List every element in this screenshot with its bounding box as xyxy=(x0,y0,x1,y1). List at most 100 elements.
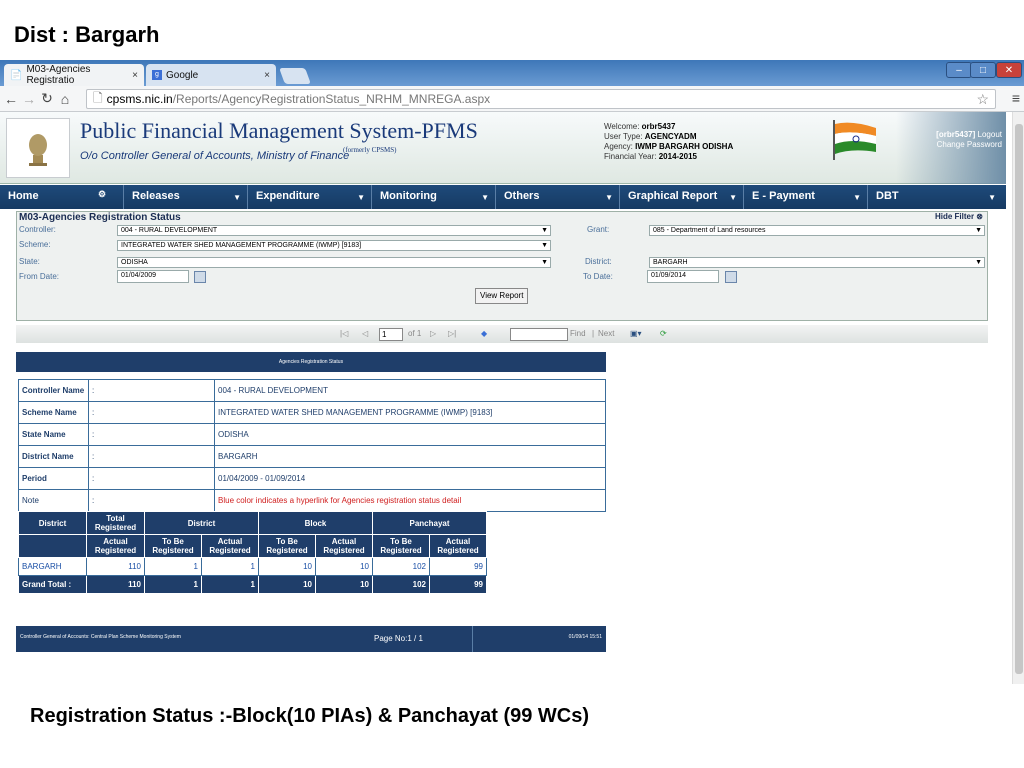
menu-monitoring[interactable]: Monitoring ▼ xyxy=(372,185,496,209)
panchayat-tobe-value[interactable]: 102 xyxy=(372,557,430,576)
col-block-tobe: To Be Registered xyxy=(258,534,316,558)
district-select[interactable]: BARGARH ▼ xyxy=(649,257,985,268)
block-actual-value[interactable]: 10 xyxy=(315,557,373,576)
page-scrollbar[interactable] xyxy=(1012,112,1024,684)
slide-caption: Registration Status :-Block(10 PIAs) & P… xyxy=(30,705,590,727)
menu-dbt[interactable]: DBT ▼ xyxy=(868,185,1002,209)
grand-total-label: Grand Total : xyxy=(18,575,87,594)
footer-org: Controller General of Accounts: Central … xyxy=(20,634,181,640)
info-value: ODISHA xyxy=(214,423,606,446)
district-actual-value[interactable]: 1 xyxy=(201,557,259,576)
home-icon[interactable]: ⌂ xyxy=(56,91,74,107)
page-number-input[interactable] xyxy=(379,328,403,341)
total-value[interactable]: 110 xyxy=(86,557,145,576)
state-label: State: xyxy=(19,257,40,266)
url-input[interactable]: 🗋 cpsms.nic.in/Reports/AgencyRegistratio… xyxy=(86,89,996,109)
scroll-thumb[interactable] xyxy=(1015,124,1023,674)
agency-label: Agency: xyxy=(604,142,633,151)
menu-others[interactable]: Others ▼ xyxy=(496,185,620,209)
first-page-icon[interactable]: |◁ xyxy=(340,329,348,338)
minimize-button[interactable]: – xyxy=(946,62,972,78)
close-tab-icon[interactable]: × xyxy=(264,70,270,81)
report-header: Agencies Registration Status xyxy=(16,352,606,372)
tab-google[interactable]: g Google × xyxy=(146,64,276,86)
menu-label: Monitoring xyxy=(380,190,437,202)
pfms-title: Public Financial Management System-PFMS xyxy=(80,118,478,143)
chevron-down-icon: ▼ xyxy=(357,193,365,202)
menu-expenditure[interactable]: Expenditure ▼ xyxy=(248,185,372,209)
state-select[interactable]: ODISHA ▼ xyxy=(117,257,551,268)
info-value: BARGARH xyxy=(214,445,606,468)
close-tab-icon[interactable]: × xyxy=(132,70,138,81)
grant-select[interactable]: 085 - Department of Land resources ▼ xyxy=(649,225,985,236)
menu-releases[interactable]: Releases ▼ xyxy=(124,185,248,209)
chevron-down-icon: ▼ xyxy=(975,227,982,234)
menu-graphical-report[interactable]: Graphical Report ▼ xyxy=(620,185,744,209)
panchayat-actual-value[interactable]: 99 xyxy=(429,557,487,576)
agency-value: IWMP BARGARH ODISHA xyxy=(635,142,734,151)
logout-link[interactable]: Logout xyxy=(978,130,1002,139)
col-block-actual: Actual Registered xyxy=(315,534,373,558)
col-panchayat-tobe: To Be Registered xyxy=(372,534,430,558)
col-district-actual: Actual Registered xyxy=(201,534,259,558)
browser-menu-icon[interactable]: ≡ xyxy=(1012,90,1020,106)
col-total-actual: Actual Registered xyxy=(86,534,145,558)
district-value: BARGARH xyxy=(653,259,688,266)
hide-filter-link[interactable]: Hide Filter ⊗ xyxy=(935,212,983,221)
district-tobe-value[interactable]: 1 xyxy=(144,557,202,576)
calendar-icon[interactable] xyxy=(725,271,737,283)
window-close-button[interactable]: ✕ xyxy=(996,62,1022,78)
main-menu: Home ⚙ Releases ▼ Expenditure ▼ Monitoring… xyxy=(0,185,1006,209)
menu-home[interactable]: Home ⚙ xyxy=(0,185,124,209)
back-to-parent-icon[interactable]: ◆ xyxy=(481,329,487,338)
info-key: Period xyxy=(18,467,89,490)
col-panchayat-actual: Actual Registered xyxy=(429,534,487,558)
user-link[interactable]: [orbr5437] xyxy=(936,130,975,139)
pfms-formerly: (formerly CPSMS) xyxy=(343,146,397,154)
prev-page-icon[interactable]: ◁ xyxy=(362,329,368,338)
refresh-icon[interactable]: ⟳ xyxy=(660,329,667,338)
slide-title: Dist : Bargarh xyxy=(14,22,160,47)
forward-arrow-icon[interactable]: → xyxy=(20,91,38,107)
from-date-input[interactable]: 01/04/2009 xyxy=(117,270,189,283)
controller-select[interactable]: 004 - RURAL DEVELOPMENT ▼ xyxy=(117,225,551,236)
export-icon[interactable]: ▣▾ xyxy=(630,329,642,338)
to-date-input[interactable]: 01/09/2014 xyxy=(647,270,719,283)
last-page-icon[interactable]: ▷| xyxy=(448,329,456,338)
chevron-down-icon: ▼ xyxy=(988,193,996,202)
next-page-icon[interactable]: ▷ xyxy=(430,329,436,338)
footer-page: Page No:1 / 1 xyxy=(374,634,423,643)
scheme-select[interactable]: INTEGRATED WATER SHED MANAGEMENT PROGRAM… xyxy=(117,240,551,251)
address-bar: ← → ↻ ⌂ 🗋 cpsms.nic.in/Reports/AgencyReg… xyxy=(0,86,1024,112)
info-row: Scheme Name: INTEGRATED WATER SHED MANAGE… xyxy=(18,401,606,424)
col-group-panchayat: Panchayat xyxy=(372,511,487,535)
filter-title: M03-Agencies Registration Status xyxy=(19,212,181,223)
scheme-label: Scheme: xyxy=(19,240,51,249)
chevron-down-icon: ▼ xyxy=(541,242,548,249)
calendar-icon[interactable] xyxy=(194,271,206,283)
tab-agencies-registration[interactable]: 📄 M03-Agencies Registratio × xyxy=(4,64,144,86)
logout-area: [orbr5437] Logout Change Password xyxy=(936,130,1002,150)
find-link[interactable]: Find xyxy=(570,329,586,338)
grand-district-actual: 1 xyxy=(201,575,259,594)
reload-icon[interactable]: ↻ xyxy=(38,90,56,107)
footer-divider xyxy=(472,626,473,652)
maximize-button[interactable]: □ xyxy=(970,62,996,78)
user-type-value: AGENCYADM xyxy=(644,132,697,141)
back-arrow-icon[interactable]: ← xyxy=(2,91,20,107)
view-report-button[interactable]: View Report xyxy=(475,288,529,304)
info-colon: : xyxy=(88,423,215,446)
find-next-link[interactable]: Next xyxy=(598,329,614,338)
block-tobe-value[interactable]: 10 xyxy=(258,557,316,576)
col-total-registered: Total Registered xyxy=(86,511,145,535)
menu-e-payment[interactable]: E - Payment ▼ xyxy=(744,185,868,209)
chevron-down-icon: ▼ xyxy=(541,227,548,234)
district-name-link[interactable]: BARGARH xyxy=(18,557,87,576)
find-input[interactable] xyxy=(510,328,568,341)
welcome-value: orbr5437 xyxy=(641,122,676,131)
bookmark-star-icon[interactable]: ☆ xyxy=(976,91,989,108)
change-password-link[interactable]: Change Password xyxy=(936,140,1002,150)
new-tab-button[interactable] xyxy=(279,68,311,84)
slide: Dist : Bargarh 📄 M03-Agencies Registrati… xyxy=(0,0,1024,768)
welcome-label: Welcome: xyxy=(604,122,640,131)
